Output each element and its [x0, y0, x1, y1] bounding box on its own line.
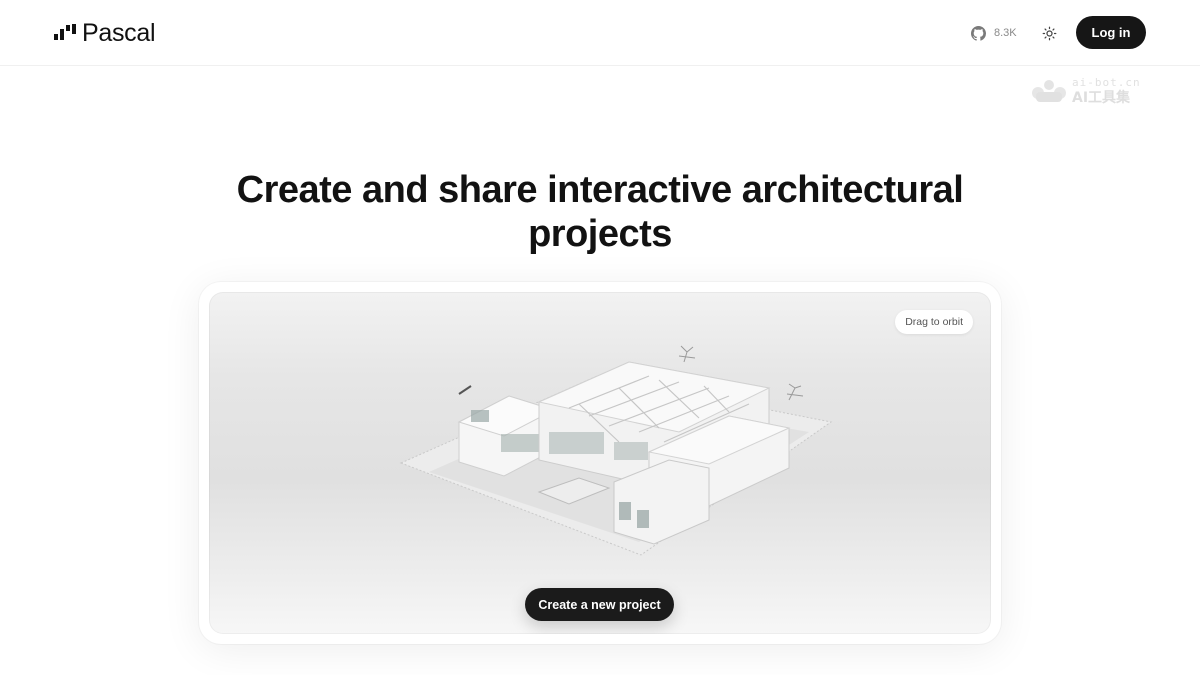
top-nav: Pascal 8.3K Log in [0, 0, 1200, 66]
sun-icon [1042, 26, 1056, 40]
pascal-logo-icon [54, 22, 76, 44]
create-project-button[interactable]: Create a new project [525, 588, 674, 621]
brand-name: Pascal [82, 18, 156, 47]
brand-logo[interactable]: Pascal [54, 18, 156, 48]
watermark-text: AI工具集 [1072, 90, 1131, 106]
github-stars: 8.3K [994, 27, 1017, 39]
hero-title: Create and share interactive architectur… [236, 169, 964, 255]
github-link[interactable]: 8.3K [971, 23, 1017, 43]
github-icon [971, 25, 986, 41]
watermark: ai-bot.cn AI工具集 [1030, 76, 1150, 106]
3d-viewport[interactable]: Drag to orbit Create a new project [209, 292, 991, 634]
theme-toggle-button[interactable] [1039, 23, 1059, 43]
robot-icon [1032, 80, 1066, 102]
project-showcase: Drag to orbit Create a new project [199, 282, 1001, 644]
drag-to-orbit-hint: Drag to orbit [895, 310, 973, 334]
architectural-model [399, 345, 833, 556]
login-button[interactable]: Log in [1076, 16, 1146, 49]
